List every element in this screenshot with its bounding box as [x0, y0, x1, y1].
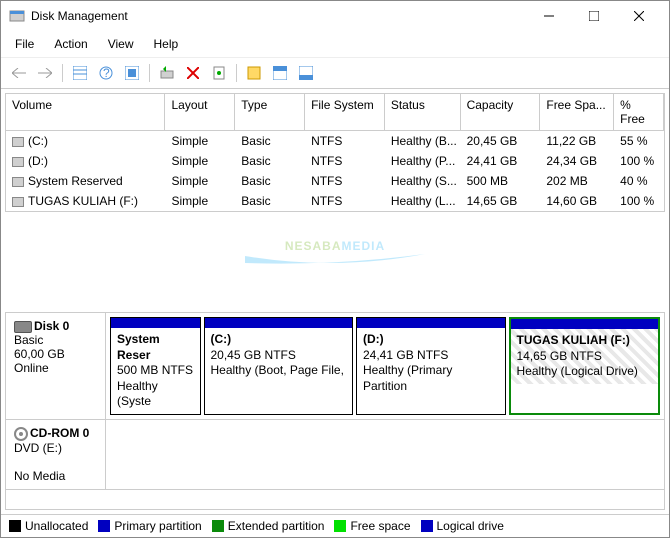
- delete-icon[interactable]: [181, 61, 205, 85]
- col-layout[interactable]: Layout: [165, 94, 235, 130]
- disk-icon: [14, 321, 32, 333]
- menubar: File Action View Help: [1, 31, 669, 58]
- cdrom-partitions: [106, 420, 664, 489]
- table-row[interactable]: System Reserved Simple Basic NTFS Health…: [6, 171, 664, 191]
- col-freespace[interactable]: Free Spa...: [540, 94, 614, 130]
- svg-text:?: ?: [103, 66, 110, 80]
- action-icon[interactable]: [242, 61, 266, 85]
- table-row[interactable]: (D:) Simple Basic NTFS Healthy (P... 24,…: [6, 151, 664, 171]
- window-controls: [526, 2, 661, 30]
- partition[interactable]: (C:)20,45 GB NTFSHealthy (Boot, Page Fil…: [204, 317, 354, 415]
- help-icon[interactable]: ?: [94, 61, 118, 85]
- maximize-button[interactable]: [571, 2, 616, 30]
- col-volume[interactable]: Volume: [6, 94, 165, 130]
- properties-icon[interactable]: [207, 61, 231, 85]
- menu-file[interactable]: File: [5, 33, 44, 55]
- separator: [62, 64, 63, 82]
- minimize-button[interactable]: [526, 2, 571, 30]
- menu-action[interactable]: Action: [44, 33, 97, 55]
- menu-view[interactable]: View: [98, 33, 144, 55]
- disk-0-label[interactable]: Disk 0 Basic 60,00 GB Online: [6, 313, 106, 419]
- legend-extended: Extended partition: [212, 519, 325, 533]
- col-capacity[interactable]: Capacity: [461, 94, 541, 130]
- partition[interactable]: TUGAS KULIAH (F:)14,65 GB NTFSHealthy (L…: [509, 317, 661, 415]
- legend: Unallocated Primary partition Extended p…: [1, 514, 669, 537]
- window-title: Disk Management: [31, 9, 526, 23]
- legend-free: Free space: [334, 519, 410, 533]
- refresh-icon[interactable]: [155, 61, 179, 85]
- back-button[interactable]: [7, 61, 31, 85]
- cd-icon: [14, 427, 28, 441]
- app-icon: [9, 8, 25, 24]
- graphical-view: Disk 0 Basic 60,00 GB Online System Rese…: [5, 312, 665, 510]
- toolbar: ?: [1, 58, 669, 89]
- menu-help[interactable]: Help: [144, 33, 189, 55]
- panel-top-icon[interactable]: [268, 61, 292, 85]
- table-header: Volume Layout Type File System Status Ca…: [6, 94, 664, 131]
- volume-table: Volume Layout Type File System Status Ca…: [5, 93, 665, 212]
- table-row[interactable]: (C:) Simple Basic NTFS Healthy (B... 20,…: [6, 131, 664, 151]
- close-button[interactable]: [616, 2, 661, 30]
- col-filesystem[interactable]: File System: [305, 94, 385, 130]
- legend-logical: Logical drive: [421, 519, 504, 533]
- watermark-swoosh: [235, 251, 435, 269]
- panel-bottom-icon[interactable]: [294, 61, 318, 85]
- separator: [236, 64, 237, 82]
- disk-0-partitions: System Reser500 MB NTFSHealthy (Syste(C:…: [106, 313, 664, 419]
- col-type[interactable]: Type: [235, 94, 305, 130]
- col-pctfree[interactable]: % Free: [614, 94, 664, 130]
- cdrom-label[interactable]: CD-ROM 0 DVD (E:) No Media: [6, 420, 106, 489]
- partition[interactable]: (D:)24,41 GB NTFSHealthy (Primary Partit…: [356, 317, 506, 415]
- watermark: NESABAMEDIA: [285, 211, 385, 261]
- table-row[interactable]: TUGAS KULIAH (F:) Simple Basic NTFS Heal…: [6, 191, 664, 211]
- separator: [149, 64, 150, 82]
- cdrom-row: CD-ROM 0 DVD (E:) No Media: [6, 420, 664, 490]
- partition[interactable]: System Reser500 MB NTFSHealthy (Syste: [110, 317, 201, 415]
- legend-primary: Primary partition: [98, 519, 201, 533]
- forward-button[interactable]: [33, 61, 57, 85]
- legend-unallocated: Unallocated: [9, 519, 88, 533]
- disk-0-row: Disk 0 Basic 60,00 GB Online System Rese…: [6, 313, 664, 420]
- col-status[interactable]: Status: [385, 94, 461, 130]
- settings-icon[interactable]: [120, 61, 144, 85]
- view-list-icon[interactable]: [68, 61, 92, 85]
- titlebar: Disk Management: [1, 1, 669, 31]
